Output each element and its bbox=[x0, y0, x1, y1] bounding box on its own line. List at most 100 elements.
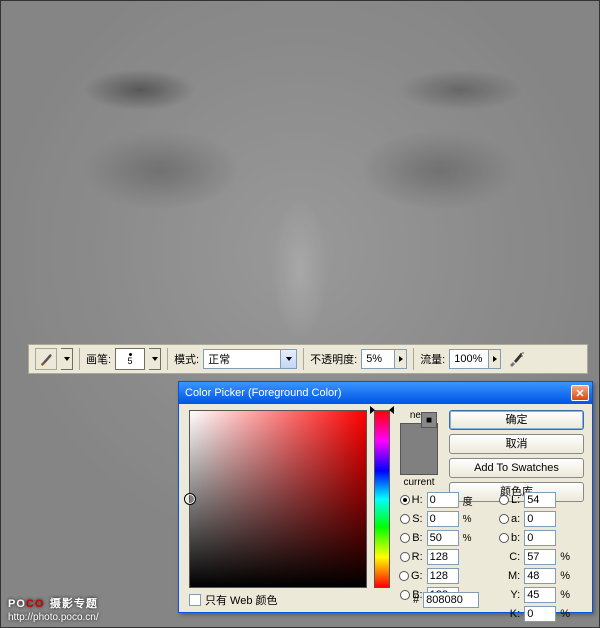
flow-label: 流量: bbox=[420, 351, 445, 367]
hex-row: # bbox=[413, 592, 479, 608]
a-label[interactable]: a: bbox=[499, 513, 520, 525]
y-label: Y: bbox=[499, 589, 520, 601]
bv-radio[interactable] bbox=[400, 590, 410, 600]
blend-mode-value: 正常 bbox=[208, 351, 230, 367]
chevron-right-icon bbox=[493, 356, 497, 362]
watermark-logo: POCO 摄影专题 bbox=[8, 594, 200, 612]
c-unit: % bbox=[560, 551, 570, 563]
web-only-label: 只有 Web 颜色 bbox=[205, 592, 278, 608]
brush-size-value: 5 bbox=[128, 357, 133, 366]
flow-field[interactable]: 100% bbox=[449, 349, 501, 369]
b-unit: % bbox=[463, 533, 473, 544]
flow-value: 100% bbox=[454, 353, 482, 365]
h-unit: 度 bbox=[463, 493, 473, 508]
brush-label: 画笔: bbox=[86, 351, 111, 367]
m-input[interactable] bbox=[524, 568, 556, 584]
c-label: C: bbox=[499, 551, 520, 563]
r-label[interactable]: R: bbox=[399, 551, 423, 563]
a-input[interactable] bbox=[524, 511, 556, 527]
k-input[interactable] bbox=[524, 606, 556, 622]
b-label[interactable]: B: bbox=[399, 532, 423, 544]
airbrush-toggle[interactable] bbox=[505, 348, 527, 370]
lab-cmyk-grid: L: a: b: C: % M: % Y: % K: % bbox=[499, 492, 570, 622]
cancel-button[interactable]: 取消 bbox=[449, 434, 584, 454]
dialog-titlebar[interactable]: Color Picker (Foreground Color) ✕ bbox=[179, 382, 592, 404]
chevron-down-icon bbox=[286, 357, 292, 361]
flow-flyout[interactable] bbox=[489, 349, 501, 369]
triangle-right-icon bbox=[389, 406, 394, 414]
brush-dropdown[interactable] bbox=[149, 348, 161, 370]
current-color-swatch[interactable] bbox=[401, 449, 437, 474]
divider bbox=[303, 348, 304, 370]
watermark-url: http://photo.poco.cn/ bbox=[8, 612, 200, 623]
dialog-body: new current ■ 确定 取消 Add To Swatches 颜色库 … bbox=[179, 404, 592, 614]
current-tool-slot[interactable] bbox=[35, 348, 57, 370]
hsb-rgb-grid: H: 度 S: % B: % R: G: B: bbox=[399, 492, 473, 603]
g-label[interactable]: G: bbox=[399, 570, 423, 582]
close-icon: ✕ bbox=[575, 387, 584, 400]
r-input[interactable] bbox=[427, 549, 459, 565]
chevron-down-icon bbox=[64, 357, 70, 361]
h-label[interactable]: H: bbox=[399, 494, 423, 506]
mode-label: 模式: bbox=[174, 351, 199, 367]
L-radio[interactable] bbox=[499, 495, 509, 505]
h-radio[interactable] bbox=[400, 495, 410, 505]
chevron-down-icon bbox=[152, 357, 158, 361]
b-radio[interactable] bbox=[400, 533, 410, 543]
r-radio[interactable] bbox=[400, 552, 410, 562]
h-input[interactable] bbox=[427, 492, 459, 508]
swatch-box[interactable] bbox=[400, 423, 438, 475]
s-radio[interactable] bbox=[400, 514, 410, 524]
gamut-warning-icon[interactable]: ■ bbox=[421, 412, 437, 428]
y-unit: % bbox=[560, 589, 570, 601]
opacity-value: 5% bbox=[366, 353, 382, 365]
web-only-row[interactable]: 只有 Web 颜色 bbox=[189, 592, 278, 608]
k-label: K: bbox=[499, 608, 520, 620]
airbrush-icon bbox=[507, 350, 525, 368]
brush-preview[interactable]: 5 bbox=[115, 348, 145, 370]
divider bbox=[79, 348, 80, 370]
L-input[interactable] bbox=[524, 492, 556, 508]
blend-mode-select[interactable]: 正常 bbox=[203, 349, 297, 369]
g-input[interactable] bbox=[427, 568, 459, 584]
divider bbox=[167, 348, 168, 370]
hue-thumb[interactable] bbox=[370, 406, 394, 414]
s-unit: % bbox=[463, 514, 473, 525]
sv-cursor[interactable] bbox=[185, 494, 195, 504]
L-label[interactable]: L: bbox=[499, 494, 520, 506]
m-unit: % bbox=[560, 570, 570, 582]
close-button[interactable]: ✕ bbox=[571, 385, 589, 401]
blend-mode-dropdown-button[interactable] bbox=[281, 349, 297, 369]
hue-strip[interactable] bbox=[374, 410, 390, 588]
lab-b-label[interactable]: b: bbox=[499, 532, 520, 544]
opacity-field[interactable]: 5% bbox=[361, 349, 407, 369]
dialog-title: Color Picker (Foreground Color) bbox=[185, 387, 571, 399]
k-unit: % bbox=[560, 608, 570, 620]
divider bbox=[413, 348, 414, 370]
tool-preset-dropdown[interactable] bbox=[61, 348, 73, 370]
color-picker-dialog: Color Picker (Foreground Color) ✕ new cu… bbox=[178, 381, 593, 613]
opacity-label: 不透明度: bbox=[310, 351, 357, 367]
y-input[interactable] bbox=[524, 587, 556, 603]
hex-input[interactable] bbox=[423, 592, 479, 608]
tool-options-bar: 画笔: 5 模式: 正常 不透明度: 5% 流量: 100% bbox=[28, 344, 588, 374]
add-to-swatches-button[interactable]: Add To Swatches bbox=[449, 458, 584, 478]
lab-b-radio[interactable] bbox=[499, 533, 509, 543]
s-input[interactable] bbox=[427, 511, 459, 527]
chevron-right-icon bbox=[399, 356, 403, 362]
b-input[interactable] bbox=[427, 530, 459, 546]
g-radio[interactable] bbox=[399, 571, 409, 581]
c-input[interactable] bbox=[524, 549, 556, 565]
hex-hash: # bbox=[413, 594, 419, 606]
saturation-value-field[interactable] bbox=[189, 410, 367, 588]
triangle-left-icon bbox=[370, 406, 375, 414]
brush-icon bbox=[39, 352, 53, 366]
opacity-flyout[interactable] bbox=[395, 349, 407, 369]
watermark: POCO 摄影专题 http://photo.poco.cn/ bbox=[0, 588, 200, 628]
s-label[interactable]: S: bbox=[399, 513, 423, 525]
current-label: current bbox=[399, 477, 439, 488]
a-radio[interactable] bbox=[499, 514, 509, 524]
ok-button[interactable]: 确定 bbox=[449, 410, 584, 430]
dialog-buttons: 确定 取消 Add To Swatches 颜色库 bbox=[449, 410, 584, 502]
lab-b-input[interactable] bbox=[524, 530, 556, 546]
